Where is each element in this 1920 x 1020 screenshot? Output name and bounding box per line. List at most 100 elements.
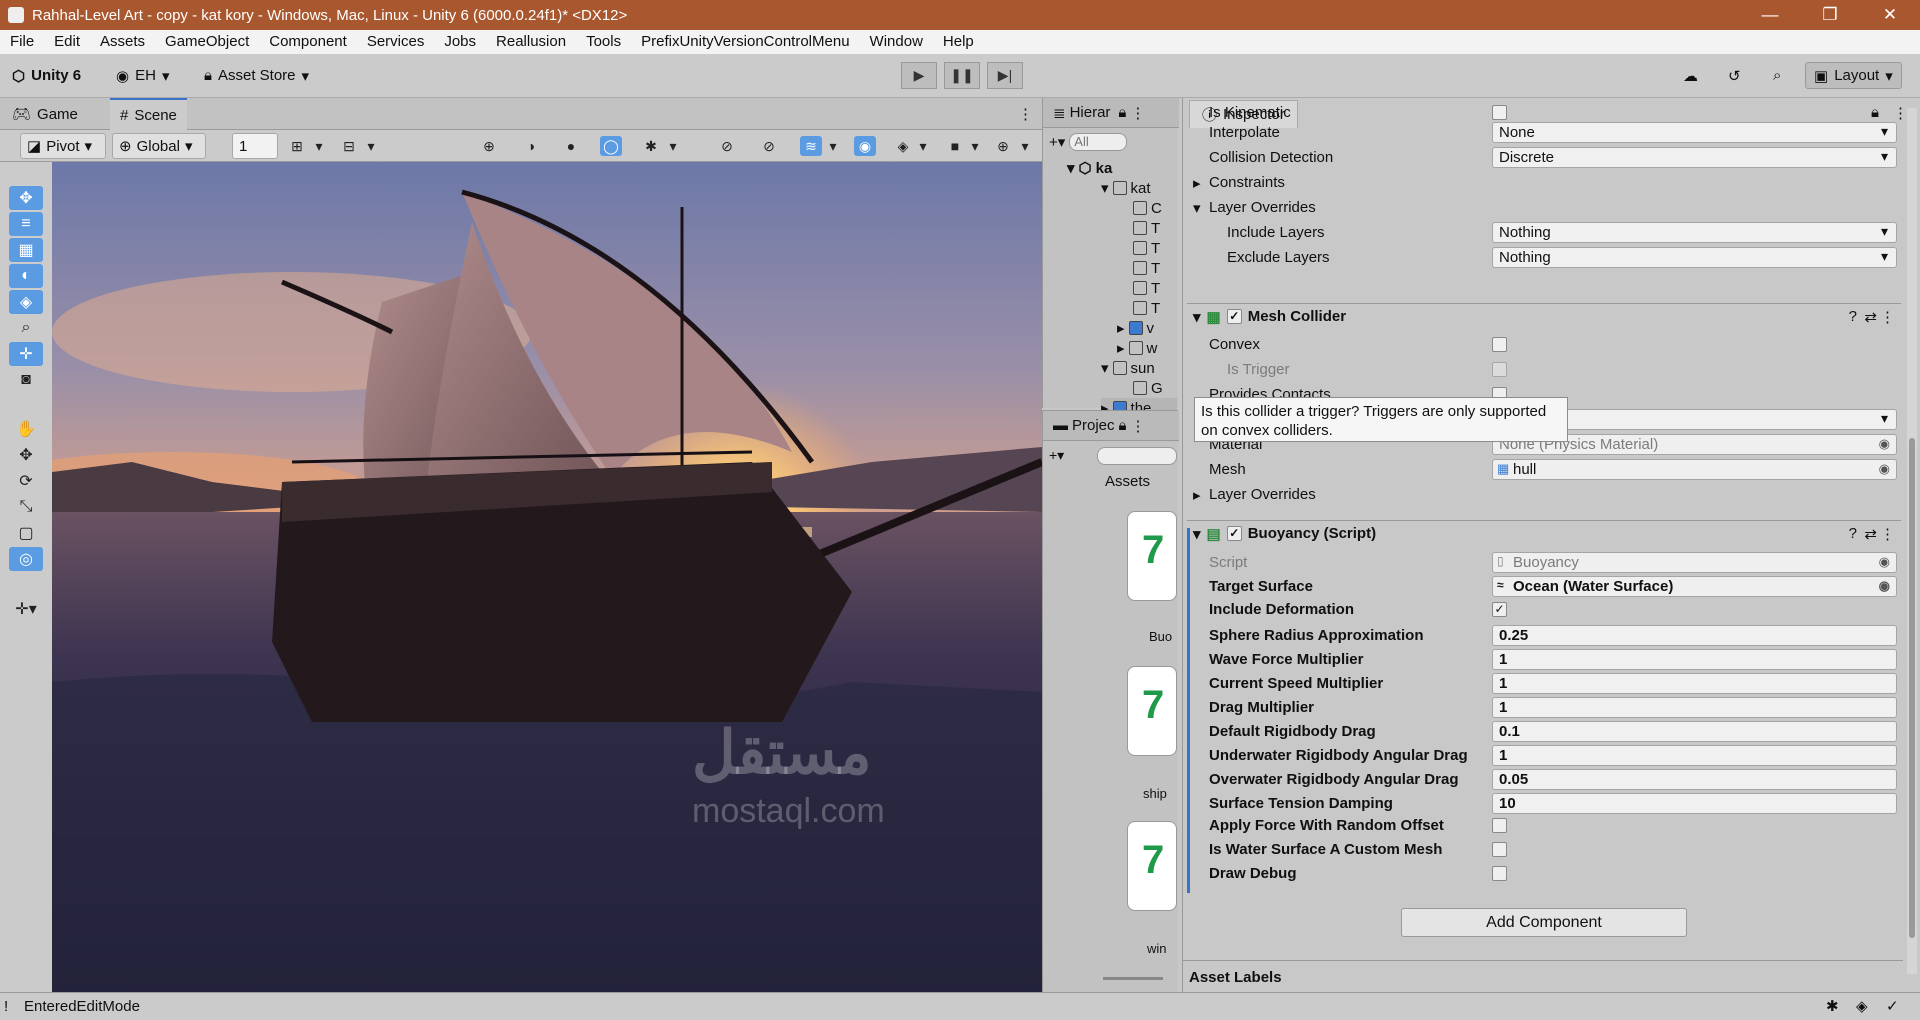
tree-item[interactable]: G	[1133, 378, 1163, 398]
mesh-collider-enabled-checkbox[interactable]: ✓	[1226, 309, 1242, 324]
cloud-icon[interactable]: ☁	[1675, 62, 1706, 89]
target-surface-field[interactable]: ≈ Ocean (Water Surface)	[1492, 576, 1897, 597]
tree-item[interactable]: T	[1133, 278, 1160, 298]
interpolate-dropdown[interactable]: None	[1492, 122, 1897, 143]
underwater-angular-drag-input[interactable]: 1	[1492, 745, 1897, 766]
tree-item[interactable]: ▾ sun	[1101, 358, 1155, 378]
pivot-dropdown[interactable]: ◪ Pivot ▾	[20, 133, 106, 159]
scrollbar-thumb[interactable]	[1909, 438, 1915, 938]
scene-more-menu[interactable]: ⋮	[1008, 98, 1043, 130]
more-menu-icon[interactable]: ⋮	[1131, 417, 1146, 435]
csharp-script-icon[interactable]: 7	[1127, 511, 1177, 601]
chevron-down-icon[interactable]: ▾	[662, 136, 684, 156]
minimize-button[interactable]: —	[1740, 0, 1800, 30]
collision-dropdown[interactable]: Discrete	[1492, 147, 1897, 168]
close-button[interactable]: ✕	[1860, 0, 1920, 30]
cache-icon[interactable]: ◈	[1856, 997, 1868, 1015]
gizmo-tool-icon[interactable]: ✥	[9, 186, 43, 210]
asset-labels-section[interactable]: Asset Labels	[1183, 960, 1903, 992]
lock-icon[interactable]: 🔒︎	[1119, 417, 1127, 434]
menu-reallusion[interactable]: Reallusion	[486, 30, 576, 54]
transform-tool-icon[interactable]: ◎	[9, 547, 43, 571]
tree-item[interactable]: T	[1133, 258, 1160, 278]
move-tool-icon[interactable]: ✥	[9, 443, 43, 467]
drag-multiplier-input[interactable]: 1	[1492, 697, 1897, 718]
lock-icon[interactable]: 🔒︎	[1118, 104, 1126, 121]
more-menu-icon[interactable]: ⋮	[1130, 104, 1145, 122]
search-tool-icon[interactable]: ⌕	[9, 316, 43, 340]
restore-button[interactable]: ❐	[1800, 0, 1860, 30]
tab-project[interactable]: ▬ Projec 🔒︎ ⋮	[1043, 411, 1179, 441]
account-dropdown[interactable]: ◉ EH ▾	[108, 62, 177, 89]
apply-force-checkbox[interactable]	[1492, 818, 1507, 833]
scale-tool-icon[interactable]: ⤡	[9, 495, 43, 519]
is-kinematic-checkbox[interactable]	[1492, 105, 1507, 120]
step-button[interactable]: ▶|	[987, 62, 1023, 89]
camera-tool-icon[interactable]: ◙	[9, 368, 43, 392]
audio-toggle-icon[interactable]: ⊘	[758, 136, 780, 156]
menu-window[interactable]: Window	[860, 30, 933, 54]
tree-item[interactable]: C	[1133, 198, 1162, 218]
search-icon[interactable]: ⌕	[1765, 62, 1789, 89]
sphere-tool-icon[interactable]: ◐	[9, 264, 43, 288]
custom-mesh-checkbox[interactable]	[1492, 842, 1507, 857]
global-dropdown[interactable]: ⊕ Global ▾	[112, 133, 206, 159]
menu-jobs[interactable]: Jobs	[434, 30, 486, 54]
sphere-radius-input[interactable]: 0.25	[1492, 625, 1897, 646]
default-drag-input[interactable]: 0.1	[1492, 721, 1897, 742]
csharp-script-icon[interactable]: 7	[1127, 821, 1177, 911]
tab-hierarchy[interactable]: ≣ Hierar 🔒︎ ⋮	[1043, 98, 1179, 128]
rect-tool-icon[interactable]: ▢	[9, 521, 43, 545]
pattern-tool-icon[interactable]: ▦	[9, 238, 43, 262]
menu-prefix-vc[interactable]: PrefixUnityVersionControlMenu	[631, 30, 859, 54]
menu-gameobject[interactable]: GameObject	[155, 30, 259, 54]
tab-game[interactable]: 🎮︎ Game	[2, 98, 88, 130]
include-deformation-checkbox[interactable]: ✓	[1492, 602, 1507, 617]
layers-tool-icon[interactable]: ◈	[9, 290, 43, 314]
project-search-input[interactable]	[1097, 447, 1177, 465]
overwater-angular-drag-input[interactable]: 0.05	[1492, 769, 1897, 790]
play-button[interactable]: ▶	[901, 62, 937, 89]
chevron-down-icon[interactable]: ▾	[360, 136, 382, 156]
preset-icon[interactable]: ⇄	[1864, 308, 1877, 326]
snap-grid-icon[interactable]: ⊞	[286, 136, 308, 156]
menu-edit[interactable]: Edit	[44, 30, 90, 54]
buoyancy-enabled-checkbox[interactable]: ✓	[1226, 526, 1242, 541]
debug-icon[interactable]: ✱	[1826, 997, 1839, 1015]
current-speed-input[interactable]: 1	[1492, 673, 1897, 694]
scene-viewport[interactable]: مستقل mostaql.com	[52, 162, 1042, 992]
menu-file[interactable]: File	[0, 30, 44, 54]
add-asset-icon[interactable]: +▾	[1049, 447, 1064, 464]
more-menu-icon[interactable]: ⋮	[1880, 525, 1895, 543]
wave-force-input[interactable]: 1	[1492, 649, 1897, 670]
custom-tool-icon[interactable]: ✛▾	[9, 597, 43, 621]
surface-tension-input[interactable]: 10	[1492, 793, 1897, 814]
chevron-down-icon[interactable]: ▾	[912, 136, 934, 156]
camera-icon[interactable]: ■	[944, 136, 966, 156]
2d-toggle-icon[interactable]: ⊘	[716, 136, 738, 156]
layers-icon[interactable]: ◈	[892, 136, 914, 156]
asset-store-dropdown[interactable]: 🔒︎ Asset Store ▾	[196, 62, 317, 89]
chevron-down-icon[interactable]: ▾	[964, 136, 986, 156]
pause-button[interactable]: ❚❚	[944, 62, 980, 89]
constraints-row[interactable]: ▸ Constraints	[1183, 172, 1903, 194]
convex-checkbox[interactable]	[1492, 337, 1507, 352]
unity-cloud-button[interactable]: ⬡ Unity 6	[4, 62, 89, 89]
shaded-wireframe-icon[interactable]: ◑	[520, 136, 542, 156]
help-icon[interactable]: ?	[1849, 308, 1857, 325]
chevron-down-icon[interactable]: ▾	[308, 136, 330, 156]
include-layers-dropdown[interactable]: Nothing	[1492, 222, 1897, 243]
history-icon[interactable]: ↺	[1720, 62, 1749, 89]
exclude-layers-dropdown[interactable]: Nothing	[1492, 247, 1897, 268]
tree-item[interactable]: ▸ w	[1117, 338, 1157, 358]
more-menu-icon[interactable]: ⋮	[1880, 308, 1895, 326]
move-pivot-icon[interactable]: ✛	[9, 342, 43, 366]
snap-increment-icon[interactable]: ⊟	[338, 136, 360, 156]
csharp-script-icon[interactable]: 7	[1127, 666, 1177, 756]
gizmos-icon[interactable]: ⊕	[992, 136, 1014, 156]
shaded-icon[interactable]: ●	[560, 136, 582, 156]
mesh-field[interactable]: ▦ hull	[1492, 459, 1897, 480]
preset-icon[interactable]: ⇄	[1864, 525, 1877, 543]
rotate-tool-icon[interactable]: ⟳	[9, 469, 43, 493]
menu-assets[interactable]: Assets	[90, 30, 155, 54]
